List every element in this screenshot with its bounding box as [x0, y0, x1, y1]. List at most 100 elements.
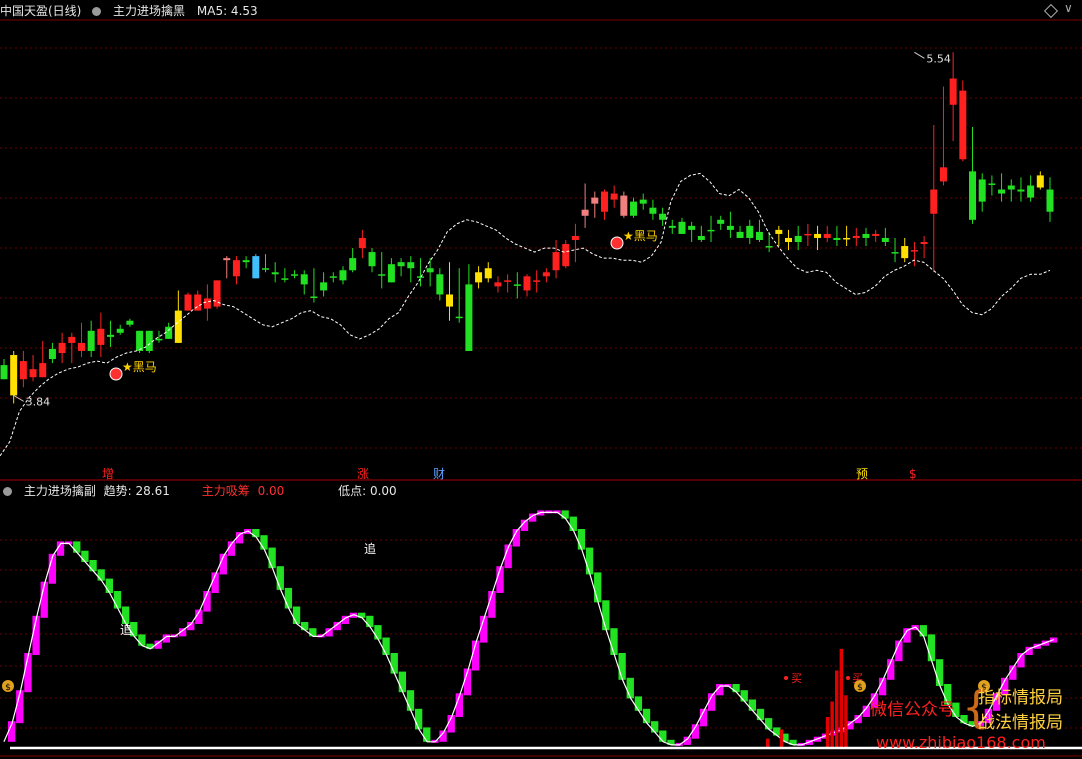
candle-body	[697, 235, 705, 240]
candle-body	[1036, 175, 1044, 188]
candle-body	[552, 252, 560, 271]
candle-body	[998, 189, 1006, 194]
trend-bar	[121, 606, 130, 624]
candle-body	[145, 330, 153, 351]
zhui-label: 追	[120, 622, 132, 637]
candle-body	[1007, 185, 1015, 190]
trend-bar	[618, 653, 626, 680]
trend-bar	[382, 637, 390, 655]
candle-body	[978, 179, 986, 202]
candle-body	[484, 268, 492, 279]
candle-body	[901, 246, 909, 259]
candle-body	[232, 260, 240, 277]
candle-body	[843, 237, 851, 240]
candle-body	[939, 167, 947, 182]
candle-body	[1027, 185, 1035, 198]
candle-body	[271, 272, 279, 275]
trend-bar	[585, 547, 594, 575]
candle-body	[746, 225, 754, 238]
ma5-value: MA5: 4.53	[196, 4, 258, 18]
candle-body	[475, 272, 483, 283]
trend-bar	[366, 615, 374, 628]
trend-bar	[773, 727, 781, 736]
high-marker	[914, 51, 925, 59]
absorb-bar	[844, 695, 848, 748]
low-label: 3.84	[26, 395, 51, 408]
candle-body	[726, 225, 734, 230]
candle-body	[930, 189, 938, 214]
chart-title: 中国天盈(日线)	[0, 4, 82, 18]
candle-body	[358, 237, 366, 249]
trend-bar	[561, 510, 569, 519]
candle-body	[10, 355, 18, 396]
buy-dot	[846, 676, 850, 680]
candle-body	[542, 272, 550, 277]
candle-body	[988, 183, 996, 185]
trend-bar	[732, 684, 740, 693]
trend-bar	[284, 587, 293, 609]
candle-body	[659, 213, 667, 220]
ma5-line	[0, 172, 1051, 457]
candle-body	[0, 365, 8, 380]
trend-bar	[390, 653, 398, 674]
trend-bar	[634, 696, 643, 711]
candle-body	[310, 296, 318, 298]
candle-body	[736, 231, 744, 238]
trend-bar	[764, 718, 773, 730]
trend-bar	[423, 727, 431, 742]
indicator-name: 主力进场擒黑	[113, 4, 186, 18]
trend-bar	[594, 572, 602, 603]
candle-body	[775, 229, 783, 234]
absorb-value: 0.00	[257, 484, 285, 498]
gear-icon[interactable]	[92, 7, 102, 16]
trend-bar	[569, 516, 577, 531]
candle-body	[1046, 189, 1054, 212]
trend-bar	[602, 600, 610, 631]
trend-bar	[626, 677, 634, 699]
candle-body	[533, 280, 541, 282]
trend-bar	[73, 541, 81, 553]
candle-body	[630, 201, 638, 216]
candle-body	[184, 294, 192, 311]
candle-body	[291, 274, 299, 276]
candle-body	[126, 320, 134, 325]
candle-body	[48, 348, 56, 360]
candle-body	[339, 270, 347, 281]
trend-bar	[927, 634, 936, 662]
candle-body	[300, 274, 308, 285]
absorb-bar	[825, 717, 830, 748]
candle-body	[349, 258, 357, 271]
candle-body	[610, 193, 618, 200]
trend-bar	[740, 690, 748, 702]
candle-body	[804, 233, 812, 236]
candle-body	[562, 244, 570, 267]
candle-body	[494, 282, 502, 287]
candle-body	[688, 225, 696, 230]
candle-body	[891, 252, 899, 254]
gear-icon[interactable]	[3, 487, 12, 496]
candle-body	[910, 250, 918, 252]
candle-body	[58, 342, 66, 353]
trend-bar	[414, 708, 423, 730]
trend-bar	[577, 529, 586, 550]
bottom-marker: 增	[102, 467, 114, 481]
sub-header: 主力进场擒副 趋势: 28.61 主力吸筹 0.00 低点: 0.00	[0, 481, 405, 501]
watermark-right-1: 指标情报局	[978, 688, 1063, 708]
trend-bar	[406, 690, 415, 711]
candle-body	[959, 90, 967, 160]
chevron-down-icon[interactable]: ∨	[1064, 1, 1073, 15]
trend-bar	[81, 550, 89, 562]
trend-value: 趋势: 28.61	[103, 484, 170, 498]
candle-body	[504, 280, 512, 282]
trend-bar	[268, 547, 276, 569]
candle-body	[223, 258, 231, 261]
candle-body	[29, 369, 37, 378]
bottom-marker: 涨	[357, 466, 369, 481]
candle-body	[969, 171, 977, 220]
sub-indicator-name: 主力进场擒副	[23, 484, 96, 498]
buy-label: 买	[791, 672, 802, 685]
candle-body	[794, 235, 802, 242]
candle-body	[387, 264, 395, 283]
candle-body	[407, 262, 415, 269]
absorb-label: 主力吸筹	[201, 484, 250, 498]
